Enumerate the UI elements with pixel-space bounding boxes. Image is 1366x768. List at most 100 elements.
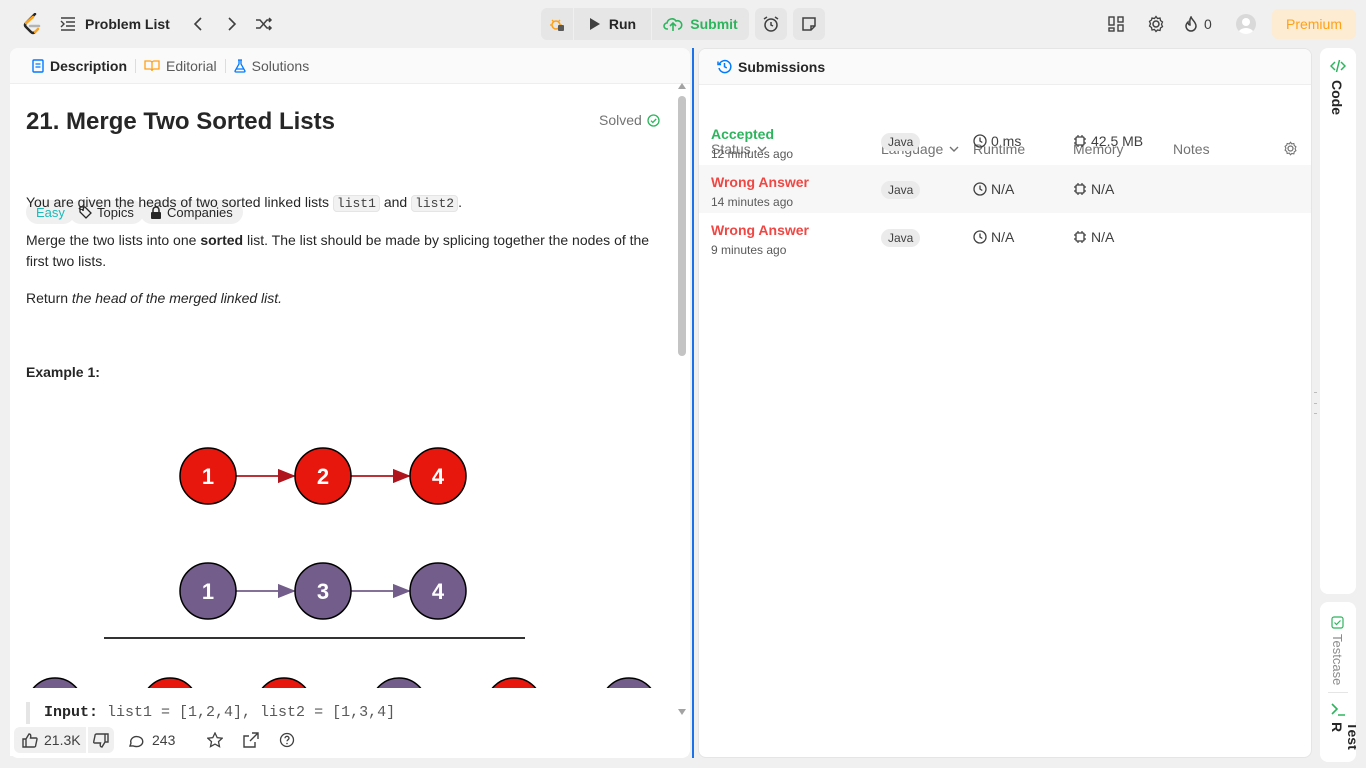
submission-time: 14 minutes ago xyxy=(711,195,794,209)
thumbs-up-icon xyxy=(22,732,38,748)
cloud-upload-icon xyxy=(663,16,683,32)
description-text: and xyxy=(383,194,408,210)
play-icon xyxy=(589,17,601,31)
submit-label: Submit xyxy=(690,16,738,32)
scrollbar-thumb[interactable] xyxy=(678,96,686,356)
tab-test-result[interactable]: Test R xyxy=(1329,722,1356,762)
timer-button[interactable] xyxy=(755,8,787,40)
like-count: 21.3K xyxy=(44,732,81,748)
avatar[interactable] xyxy=(1236,14,1256,34)
runtime-cell: 0 ms xyxy=(973,133,1021,149)
table-row[interactable]: Wrong Answer 14 minutes ago Java N/A N/A xyxy=(699,165,1311,213)
submission-status[interactable]: Wrong Answer xyxy=(711,174,809,190)
list-node-value: 1 xyxy=(202,464,214,489)
tab-solutions-label: Solutions xyxy=(251,57,310,74)
layout-grid-icon[interactable] xyxy=(1104,12,1128,36)
submission-time: 12 minutes ago xyxy=(711,147,794,161)
bold-text: sorted xyxy=(200,232,244,248)
help-icon[interactable] xyxy=(276,729,298,751)
share-icon[interactable] xyxy=(240,729,262,751)
star-icon[interactable] xyxy=(204,729,226,751)
scroll-down-icon[interactable] xyxy=(677,708,687,716)
tab-description[interactable]: Description xyxy=(24,48,135,84)
italic-text: the head of the merged linked list. xyxy=(71,290,283,306)
example-title: Example 1: xyxy=(26,364,100,380)
premium-button[interactable]: Premium xyxy=(1272,9,1356,39)
shuffle-icon[interactable] xyxy=(253,12,275,36)
list-node xyxy=(491,677,537,688)
run-button[interactable]: Run xyxy=(574,8,651,40)
description-text: Merge the two lists into one xyxy=(26,232,197,248)
notes-button[interactable] xyxy=(793,8,825,40)
list-node-value: 1 xyxy=(202,579,214,604)
list-node-value: 4 xyxy=(432,464,445,489)
code-list2: list2 xyxy=(411,195,459,212)
debug-button[interactable] xyxy=(541,8,573,40)
list2-diagram: 1 3 4 xyxy=(179,562,467,620)
book-icon xyxy=(144,59,160,72)
merged-list-diagram: 112344 xyxy=(32,677,652,688)
code-side-panel[interactable]: Code xyxy=(1320,48,1356,594)
history-icon xyxy=(717,59,732,74)
chip-icon xyxy=(1073,230,1087,244)
dislike-button[interactable] xyxy=(88,727,114,753)
description-text: Return xyxy=(26,290,69,306)
submission-status[interactable]: Wrong Answer xyxy=(711,222,809,238)
memory-value: N/A xyxy=(1091,181,1115,197)
code-icon xyxy=(1329,58,1347,79)
memory-cell: N/A xyxy=(1073,181,1114,197)
tab-solutions[interactable]: Solutions xyxy=(226,48,318,84)
top-bar: Problem List Run Submit 0 Premium xyxy=(0,0,1366,48)
check-circle-icon xyxy=(647,113,660,127)
list-node xyxy=(32,677,78,688)
tab-submissions[interactable]: Submissions xyxy=(709,49,833,85)
runtime-value: N/A xyxy=(991,229,1015,245)
table-row[interactable]: Wrong Answer 9 minutes ago Java N/A N/A xyxy=(699,213,1311,261)
input-value: list1 = [1,2,4], list2 = [1,3,4] xyxy=(107,704,396,721)
table-row[interactable]: Accepted 12 minutes ago Java 0 ms 42.5 M… xyxy=(699,117,1311,165)
example-diagram: 1 2 4 1 3 4 112344 xyxy=(32,447,652,688)
streak-counter[interactable]: 0 xyxy=(1184,12,1212,36)
clock-icon xyxy=(973,134,987,148)
description-footer: 21.3K 243 xyxy=(10,724,688,756)
document-icon xyxy=(32,58,44,73)
list-node xyxy=(261,677,307,688)
submission-status[interactable]: Accepted xyxy=(711,126,774,142)
note-icon xyxy=(801,16,817,32)
problem-list-button[interactable]: Problem List xyxy=(60,12,170,36)
memory-cell: N/A xyxy=(1073,229,1114,245)
leetcode-logo-icon[interactable] xyxy=(20,12,44,36)
bug-lock-icon xyxy=(549,16,565,32)
clock-icon xyxy=(973,230,987,244)
submission-time: 9 minutes ago xyxy=(711,243,787,257)
description-paragraph-3: Return the head of the merged linked lis… xyxy=(26,288,666,309)
description-paragraph-1: You are given the heads of two sorted li… xyxy=(26,192,666,214)
code-tab-label: Code xyxy=(1329,80,1345,115)
list-icon xyxy=(60,17,76,31)
problem-title[interactable]: 21. Merge Two Sorted Lists xyxy=(26,108,335,136)
right-resize-handle[interactable] xyxy=(1314,392,1317,414)
panel-resize-handle[interactable] xyxy=(692,48,694,758)
gear-icon[interactable] xyxy=(1144,12,1168,36)
description-text: . xyxy=(458,194,462,210)
solved-indicator: Solved xyxy=(599,112,660,128)
prev-problem-icon[interactable] xyxy=(188,12,208,36)
list1-diagram: 1 2 4 xyxy=(179,447,467,505)
runtime-cell: N/A xyxy=(973,229,1014,245)
runtime-cell: N/A xyxy=(973,181,1014,197)
submit-button[interactable]: Submit xyxy=(652,8,749,40)
input-label: Input: xyxy=(44,704,99,721)
tab-editorial[interactable]: Editorial xyxy=(136,48,225,84)
streak-count: 0 xyxy=(1204,16,1212,32)
next-problem-icon[interactable] xyxy=(222,12,242,36)
comments-button[interactable]: 243 xyxy=(128,727,175,753)
description-tabs: Description Editorial Solutions xyxy=(10,48,690,84)
tab-testcase[interactable]: Testcase xyxy=(1330,634,1345,685)
comment-icon xyxy=(128,733,144,748)
memory-value: N/A xyxy=(1091,229,1115,245)
run-label: Run xyxy=(608,16,637,32)
like-button[interactable]: 21.3K xyxy=(14,727,86,753)
scroll-up-icon[interactable] xyxy=(677,82,687,90)
testcase-side-panel: Testcase Test R xyxy=(1320,602,1356,762)
tab-description-label: Description xyxy=(50,57,128,74)
